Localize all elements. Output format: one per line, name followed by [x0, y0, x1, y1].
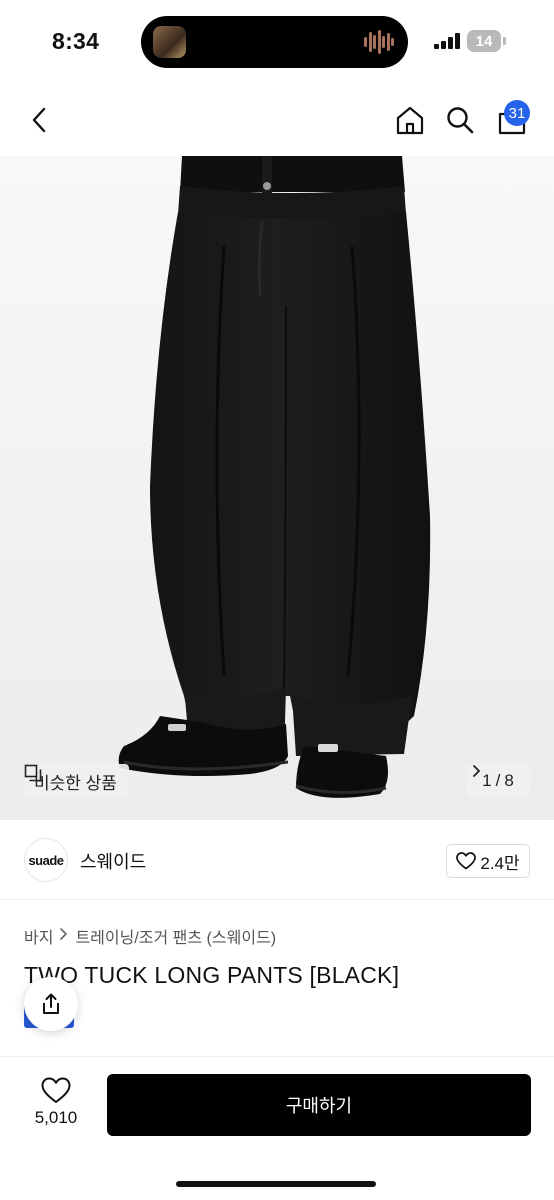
chevron-right-icon [59, 927, 69, 945]
brand-like-count: 2.4만 [480, 853, 520, 873]
product-detail-screen: 8:34 14 31 비슷한 상품 1 / 8 suade 스웨이드 2.4만 … [0, 0, 554, 1200]
status-bar: 8:34 14 [0, 0, 554, 84]
dynamic-island[interactable] [141, 16, 408, 68]
home-button[interactable] [392, 102, 428, 138]
wishlist-button[interactable]: 5,010 [26, 1077, 86, 1135]
home-indicator [176, 1181, 376, 1187]
similar-products-label: 비슷한 상품 [34, 773, 117, 793]
home-icon [396, 106, 424, 135]
similar-products-button[interactable]: 비슷한 상품 [24, 764, 129, 798]
bottom-purchase-bar: 5,010 구매하기 [0, 1056, 554, 1200]
page-current: 1 [482, 771, 492, 790]
search-icon [447, 107, 474, 134]
battery-tip [503, 37, 506, 45]
product-image [118, 156, 431, 798]
brand-like-button[interactable]: 2.4만 [446, 844, 530, 878]
buy-button[interactable]: 구매하기 [107, 1074, 531, 1136]
back-button[interactable] [22, 102, 58, 138]
image-page-counter[interactable]: 1 / 8 [466, 764, 530, 798]
brand-name[interactable]: 스웨이드 [80, 848, 146, 874]
product-title: TWO TUCK LONG PANTS [BLACK] [24, 962, 400, 988]
now-playing-artwork [153, 26, 186, 58]
share-button[interactable] [24, 977, 78, 1031]
product-image-gallery[interactable]: 비슷한 상품 1 / 8 [0, 156, 554, 820]
cellular-signal-icon [434, 33, 460, 49]
brand-row: suade 스웨이드 2.4만 [0, 820, 554, 900]
brand-logo[interactable]: suade [24, 838, 68, 882]
wishlist-count: 5,010 [34, 1108, 78, 1127]
share-icon [43, 993, 59, 1014]
category-breadcrumb: 바지 트레이닝/조거 팬츠 (스웨이드) [24, 924, 276, 948]
status-time: 8:34 [52, 28, 100, 54]
cart-count-badge: 31 [504, 100, 530, 126]
chevron-left-icon [32, 107, 46, 133]
heart-icon [456, 852, 477, 870]
battery-indicator: 14 [467, 30, 501, 52]
top-nav-bar [0, 84, 554, 156]
heart-icon [41, 1077, 71, 1103]
chevron-right-icon [473, 765, 480, 777]
breadcrumb-item-category[interactable]: 바지 [24, 924, 53, 948]
search-button[interactable] [442, 102, 478, 138]
page-total: 8 [504, 771, 514, 790]
audio-waveform-icon [364, 29, 394, 55]
page-separator: / [495, 771, 501, 790]
breadcrumb-item-subcategory[interactable]: 트레이닝/조거 팬츠 (스웨이드) [75, 924, 276, 948]
similar-items-icon [24, 764, 42, 782]
